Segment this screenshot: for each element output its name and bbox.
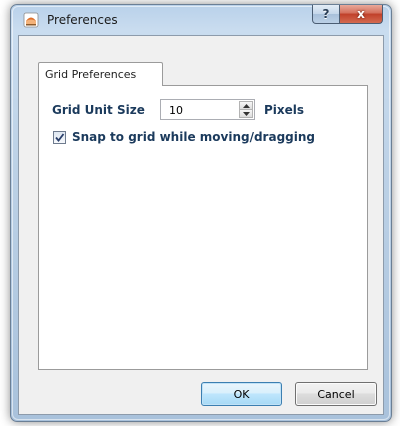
- snap-to-grid-label[interactable]: Snap to grid while moving/dragging: [72, 130, 315, 144]
- close-icon: x: [357, 7, 365, 21]
- close-button[interactable]: x: [340, 5, 383, 24]
- spin-up-button[interactable]: [239, 101, 253, 110]
- grid-unit-size-value[interactable]: 10: [169, 104, 183, 117]
- grid-unit-size-spinbox[interactable]: 10: [160, 99, 255, 120]
- help-icon: ?: [322, 7, 330, 21]
- ok-button[interactable]: OK: [201, 382, 282, 406]
- arrow-up-icon: [242, 103, 250, 108]
- tab-grid-preferences[interactable]: Grid Preferences: [38, 62, 163, 86]
- cancel-button[interactable]: Cancel: [295, 382, 377, 406]
- checkmark-icon: [55, 133, 65, 142]
- ok-button-label: OK: [233, 387, 250, 401]
- title-bar[interactable]: Preferences ? x: [11, 5, 391, 35]
- window-title: Preferences: [47, 13, 118, 27]
- grid-unit-size-label: Grid Unit Size: [52, 103, 145, 117]
- help-button[interactable]: ?: [312, 5, 340, 24]
- spin-down-button[interactable]: [239, 110, 253, 118]
- grid-preferences-panel: Grid Unit Size 10 Pixels Snap to grid wh…: [38, 85, 368, 370]
- spin-buttons: [239, 101, 253, 118]
- pixels-unit-label: Pixels: [264, 103, 305, 117]
- caption-buttons: ? x: [312, 5, 383, 25]
- cancel-button-label: Cancel: [317, 387, 355, 401]
- preferences-dialog: Preferences ? x Grid Preferences Grid Un…: [10, 4, 392, 422]
- snap-to-grid-checkbox[interactable]: [53, 131, 66, 144]
- dialog-client-area: Grid Preferences Grid Unit Size 10 Pixel…: [18, 35, 384, 415]
- tab-label: Grid Preferences: [45, 68, 137, 81]
- preferences-app-icon: [23, 12, 39, 28]
- arrow-down-icon: [242, 111, 250, 116]
